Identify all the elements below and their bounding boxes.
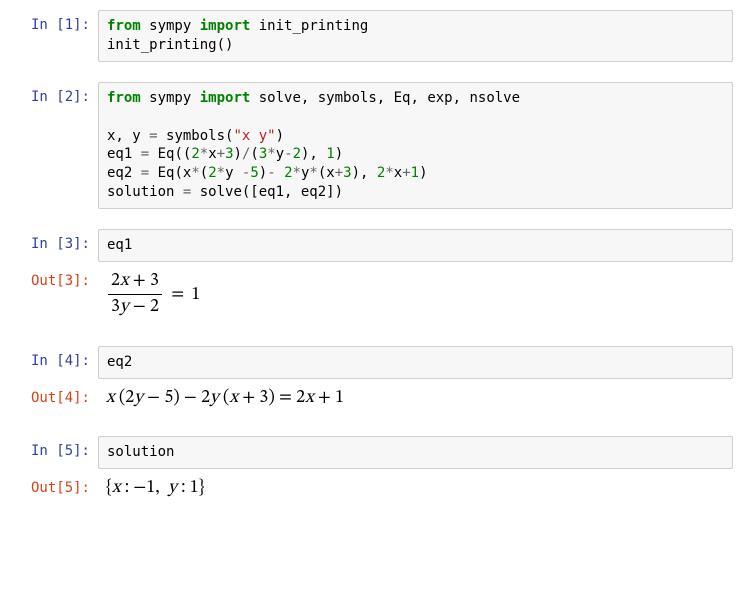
- code-cell: In [5]: solution: [8, 434, 733, 471]
- code-input-area[interactable]: eq2: [98, 346, 733, 379]
- input-prompt: In [3]:: [8, 229, 98, 258]
- output-cell: Out[4]: x (2y − 5) − 2y (x + 3) = 2x + 1: [8, 381, 733, 418]
- output-prompt: Out[5]:: [8, 473, 98, 502]
- code-input-area[interactable]: from sympy import solve, symbols, Eq, ex…: [98, 82, 733, 209]
- code-cell: In [3]: eq1: [8, 227, 733, 264]
- eq1-numerator: 2x + 3: [111, 272, 159, 290]
- math-output: 2x + 3 3y − 2 = 1: [98, 266, 733, 326]
- input-prompt: In [2]:: [8, 82, 98, 111]
- code-cell: In [4]: eq2: [8, 344, 733, 381]
- input-prompt: In [4]:: [8, 346, 98, 375]
- code-input-area[interactable]: from sympy import init_printing init_pri…: [98, 10, 733, 62]
- math-output: x (2y − 5) − 2y (x + 3) = 2x + 1: [98, 383, 733, 416]
- eq1-denominator: 3y − 2: [111, 298, 159, 316]
- eq1-rhs: 1: [191, 286, 200, 304]
- output-prompt: Out[3]:: [8, 266, 98, 295]
- output-cell: Out[3]: 2x + 3 3y − 2 = 1: [8, 264, 733, 328]
- input-prompt: In [5]:: [8, 436, 98, 465]
- code-input-area[interactable]: eq1: [98, 229, 733, 262]
- eq2-expression: x (2y − 5) − 2y (x + 3) = 2x + 1: [106, 389, 344, 407]
- solution-expression: {x : −1, y : 1}: [106, 479, 205, 497]
- code-cell: In [1]: from sympy import init_printing …: [8, 8, 733, 64]
- code-input-area[interactable]: solution: [98, 436, 733, 469]
- output-prompt: Out[4]:: [8, 383, 98, 412]
- code-cell: In [2]: from sympy import solve, symbols…: [8, 80, 733, 211]
- output-cell: Out[5]: {x : −1, y : 1}: [8, 471, 733, 508]
- input-prompt: In [1]:: [8, 10, 98, 39]
- math-output: {x : −1, y : 1}: [98, 473, 733, 506]
